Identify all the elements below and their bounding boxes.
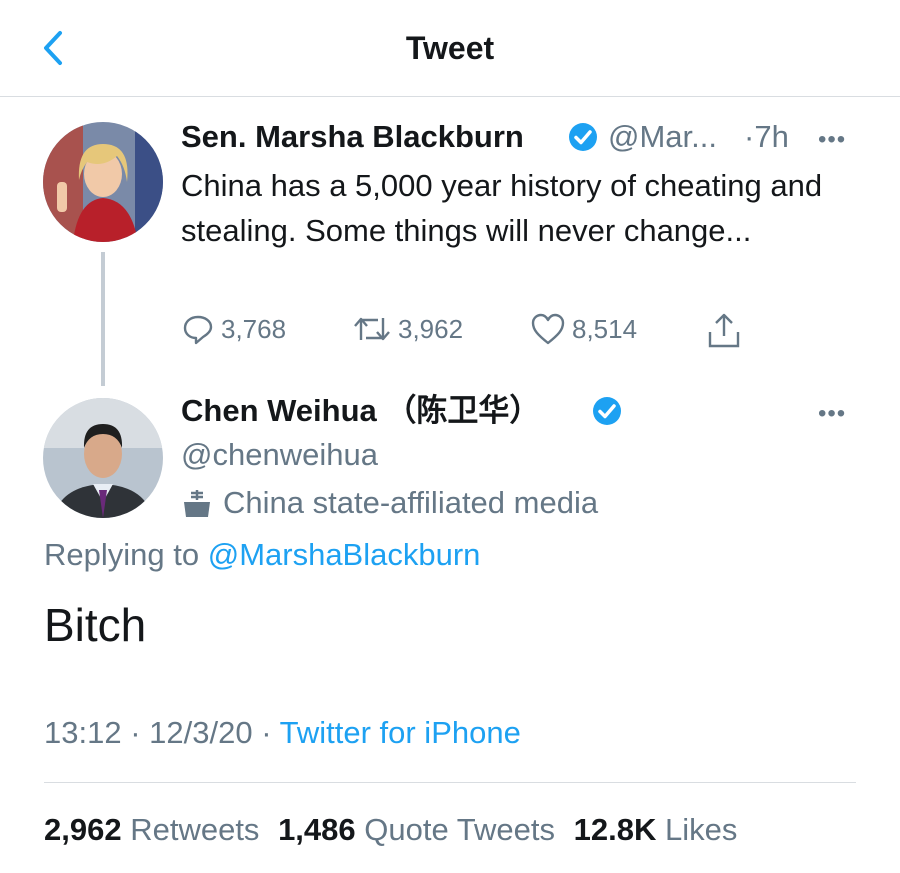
- reply-text: Bitch: [44, 599, 147, 651]
- share-icon: [708, 313, 740, 348]
- likes-count: 12.8K: [573, 812, 657, 847]
- quote-tweets-stat[interactable]: 1,486 Quote Tweets: [278, 812, 555, 847]
- tweet-time: 13:12: [44, 715, 122, 750]
- engagement-stats: 2,962 Retweets 1,486 Quote Tweets 12.8K …: [44, 811, 737, 849]
- page-title: Tweet: [405, 30, 495, 66]
- separator: ·: [130, 715, 141, 750]
- reply-icon: [183, 315, 213, 345]
- state-media-text: China state-affiliated media: [223, 485, 599, 520]
- reply-button[interactable]: 3,768: [181, 312, 286, 346]
- heart-icon: [531, 313, 565, 345]
- avatar-marsha-blackburn[interactable]: [43, 122, 163, 242]
- retweets-stat[interactable]: 2,962 Retweets: [44, 812, 259, 847]
- tweet-time: ·7h: [744, 119, 789, 154]
- state-media-label[interactable]: China state-affiliated media: [181, 484, 598, 522]
- thread-connector-line: [101, 252, 105, 386]
- tweet-text: China has a 5,000 year history of cheati…: [181, 168, 823, 248]
- retweet-icon: [354, 317, 390, 341]
- state-media-icon: [184, 490, 210, 517]
- avatar-chen-weihua[interactable]: [43, 398, 163, 518]
- author-handle[interactable]: @chenweihua: [181, 436, 378, 474]
- likes-stat[interactable]: 12.8K Likes: [574, 812, 738, 847]
- reply-count: 3,768: [221, 313, 287, 344]
- author-name[interactable]: Chen Weihua （陈卫华）: [181, 392, 540, 430]
- author-name[interactable]: Sen. Marsha Blackburn: [181, 118, 524, 156]
- retweets-label: Retweets: [130, 812, 260, 847]
- share-button[interactable]: [706, 312, 748, 350]
- retweets-count: 2,962: [44, 812, 122, 847]
- quotes-count: 1,486: [278, 812, 356, 847]
- replying-to-link[interactable]: @MarshaBlackburn: [208, 537, 481, 572]
- replying-to: Replying to @MarshaBlackburn: [44, 536, 480, 574]
- like-count: 8,514: [572, 313, 638, 344]
- tweet-date: 12/3/20: [149, 715, 253, 750]
- separator: ·: [261, 715, 272, 750]
- tweet-source-link[interactable]: Twitter for iPhone: [280, 715, 521, 750]
- retweet-count: 3,962: [398, 313, 464, 344]
- retweet-button[interactable]: 3,962: [352, 312, 463, 346]
- more-dots-icon[interactable]: •••: [818, 400, 846, 428]
- like-button[interactable]: 8,514: [530, 312, 637, 346]
- verified-badge-icon: [592, 396, 622, 431]
- quotes-label: Quote Tweets: [364, 812, 555, 847]
- replying-prefix: Replying to: [44, 537, 200, 572]
- divider: [44, 782, 856, 783]
- more-dots-icon[interactable]: •••: [818, 126, 846, 154]
- verified-badge-icon: [568, 122, 598, 157]
- likes-label: Likes: [664, 812, 738, 847]
- author-handle[interactable]: @Mar...: [608, 118, 717, 156]
- tweet-timestamp: 13:12 · 12/3/20 · Twitter for iPhone: [44, 714, 521, 752]
